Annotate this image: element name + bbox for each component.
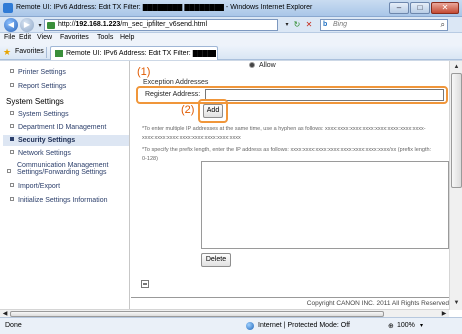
bing-icon: b xyxy=(323,21,328,28)
sidebar-heading-system-settings: System Settings xyxy=(6,97,64,106)
callout-1: (1) xyxy=(137,66,151,78)
address-url: http://192.168.1.223/m_sec_ipfilter_v6se… xyxy=(58,21,208,28)
prefix-length-note: *To specify the prefix length, enter the… xyxy=(142,147,432,153)
horizontal-scrollbar[interactable]: ◀ ▶ xyxy=(0,309,449,317)
add-button-highlight: Add xyxy=(198,99,228,123)
bullet-icon xyxy=(10,69,14,73)
page-favicon-icon xyxy=(47,22,55,29)
register-address-input[interactable] xyxy=(205,89,444,101)
menu-view[interactable]: View xyxy=(37,34,52,41)
menu-tools[interactable]: Tools xyxy=(97,34,113,41)
stop-icon[interactable]: ✕ xyxy=(304,20,314,30)
clipped-sidebar-item xyxy=(10,56,120,61)
zoom-prefix-icon: ⊕ xyxy=(388,323,394,330)
add-button[interactable]: Add xyxy=(203,104,223,118)
sidebar-item-report-settings[interactable]: Report Settings xyxy=(10,83,66,90)
security-zone-text[interactable]: Internet | Protected Mode: Off xyxy=(258,322,350,329)
menu-help[interactable]: Help xyxy=(120,34,134,41)
sidebar-item-system-settings[interactable]: System Settings xyxy=(10,111,69,118)
vertical-scroll-thumb[interactable] xyxy=(451,73,462,188)
page-content: Printer Settings Report Settings System … xyxy=(0,60,462,310)
multiple-ip-note: *To enter multiple IP addresses at the s… xyxy=(142,126,426,132)
close-window-button[interactable]: ✕ xyxy=(431,2,459,14)
zoom-dropdown-icon[interactable]: ▾ xyxy=(420,322,423,329)
prefix-length-note-cont: 0-128) xyxy=(142,156,158,162)
footer-divider xyxy=(131,297,449,298)
window-titlebar: Remote UI: IPv6 Address: Edit TX Filter:… xyxy=(0,0,462,17)
scroll-up-icon[interactable]: ▲ xyxy=(451,62,462,72)
favorites-label[interactable]: Favorites xyxy=(15,48,44,55)
sidebar-item-communication-management[interactable]: Communication Management Settings/Forwar… xyxy=(7,162,108,176)
search-icon[interactable]: ⌕ xyxy=(441,20,445,30)
refresh-icon[interactable]: ↻ xyxy=(292,20,302,30)
bullet-icon xyxy=(10,83,14,87)
radio-selected-icon xyxy=(249,62,255,68)
bullet-icon xyxy=(10,150,14,154)
page-top-icon[interactable] xyxy=(141,280,149,288)
sidebar-item-printer-settings[interactable]: Printer Settings xyxy=(10,69,66,76)
sidebar-item-import-export[interactable]: Import/Export xyxy=(10,183,60,190)
address-bar[interactable]: http://192.168.1.223/m_sec_ipfilter_v6se… xyxy=(44,19,278,31)
search-placeholder: Bing xyxy=(333,21,348,28)
window-title: Remote UI: IPv6 Address: Edit TX Filter:… xyxy=(16,4,313,11)
menu-favorites[interactable]: Favorites xyxy=(60,34,89,41)
scroll-down-icon[interactable]: ▼ xyxy=(451,298,462,308)
maximize-button[interactable]: □ xyxy=(410,2,430,14)
menu-edit[interactable]: Edit xyxy=(19,34,31,41)
copyright-text: Copyright CANON INC. 2011 All Rights Res… xyxy=(306,300,449,307)
bullet-icon xyxy=(7,169,11,173)
delete-button[interactable]: Delete xyxy=(201,253,231,267)
sidebar-item-initialize-settings[interactable]: Initialize Settings Information xyxy=(10,197,108,204)
back-button[interactable]: ◀ xyxy=(4,18,18,32)
bullet-icon xyxy=(10,124,14,128)
sidebar: Printer Settings Report Settings System … xyxy=(0,61,130,310)
search-input[interactable]: b Bing ⌕ xyxy=(320,19,448,31)
status-text: Done xyxy=(5,322,22,329)
register-address-label: Register Address: xyxy=(145,91,201,98)
bullet-icon xyxy=(10,137,14,141)
ie-app-icon xyxy=(3,3,13,13)
address-dropdown-icon[interactable]: ▾ xyxy=(282,20,292,30)
exception-addresses-heading: Exception Addresses xyxy=(143,79,209,86)
exception-address-list[interactable] xyxy=(201,161,449,249)
forward-button[interactable]: ▶ xyxy=(20,18,34,32)
menu-file[interactable]: File xyxy=(4,34,15,41)
status-bar: Done Internet | Protected Mode: Off ⊕ 10… xyxy=(0,317,462,334)
main-panel: Allow (1) Exception Addresses Register A… xyxy=(131,61,449,310)
bullet-icon xyxy=(10,197,14,201)
vertical-scrollbar[interactable]: ▲ ▼ xyxy=(449,61,462,310)
bullet-icon xyxy=(10,111,14,115)
internet-zone-icon xyxy=(246,322,254,330)
sidebar-item-network-settings[interactable]: Network Settings xyxy=(10,150,71,157)
allow-radio[interactable]: Allow xyxy=(249,62,276,69)
register-address-highlight: Register Address: xyxy=(136,86,448,104)
navigation-bar: ◀ ▶ ▾ http://192.168.1.223/m_sec_ipfilte… xyxy=(0,17,462,33)
multiple-ip-note-cont: xxxx:xxxx:xxxx:xxxx:xxxx:xxxx:xxxx:xxxx xyxy=(142,135,241,141)
menu-bar: File Edit View Favorites Tools Help xyxy=(0,33,462,45)
sidebar-item-security-settings[interactable]: Security Settings xyxy=(3,135,129,146)
zoom-level[interactable]: 100% xyxy=(397,322,415,329)
bullet-icon xyxy=(10,183,14,187)
callout-2: (2) xyxy=(181,104,195,116)
minimize-button[interactable]: – xyxy=(389,2,409,14)
sidebar-item-department-id[interactable]: Department ID Management xyxy=(10,124,106,131)
